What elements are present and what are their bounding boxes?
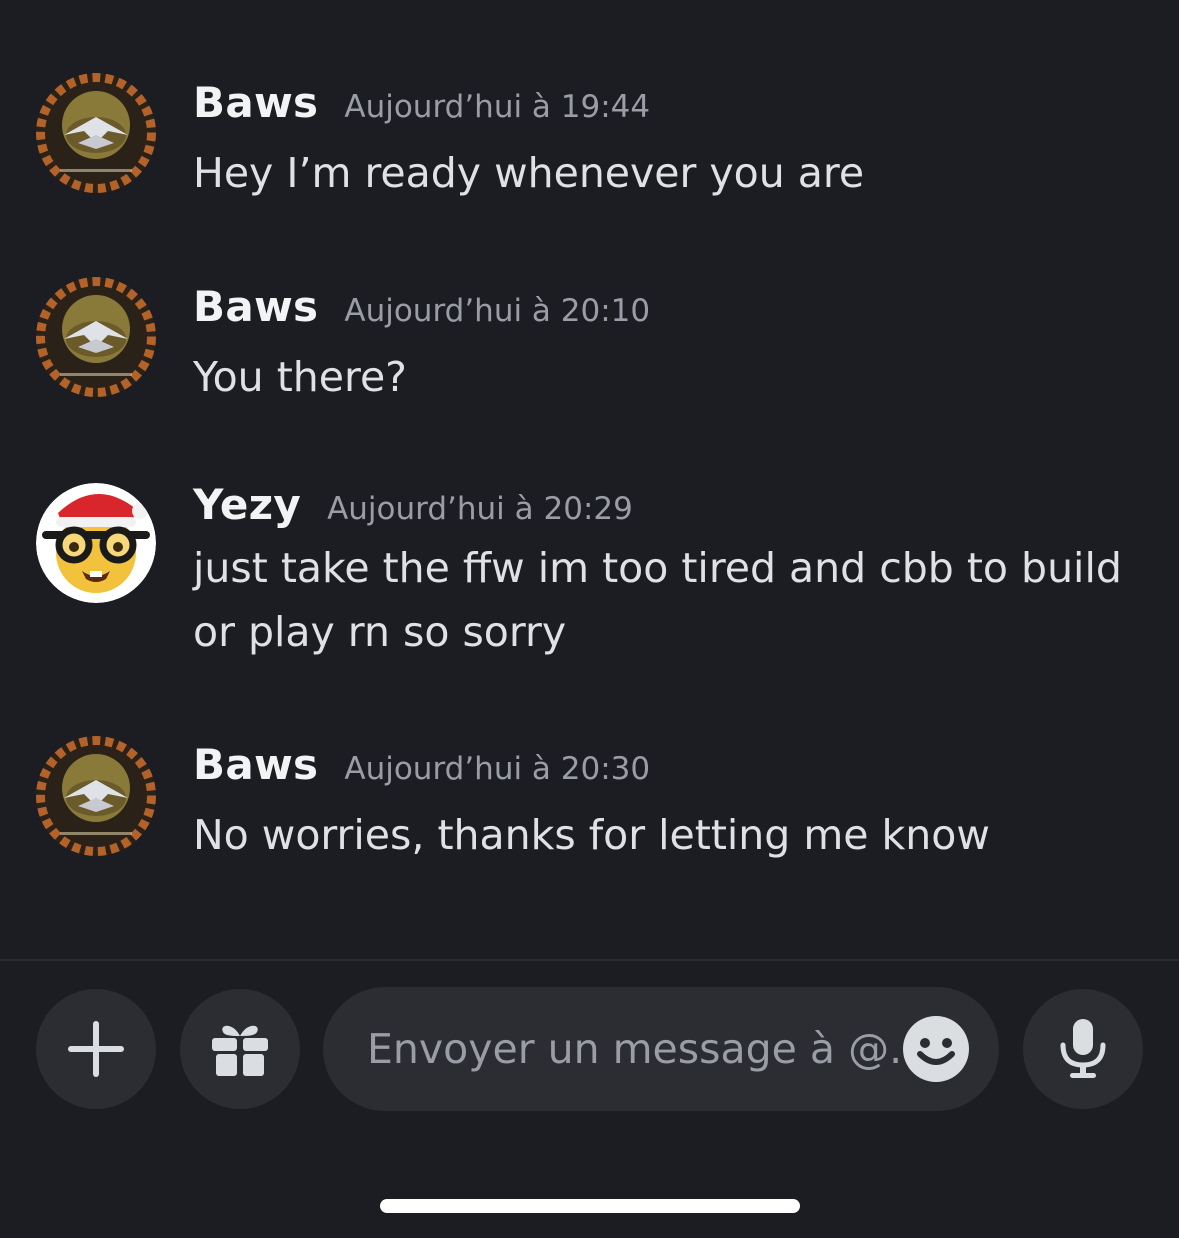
message-input[interactable]: Envoyer un message à @.. xyxy=(323,987,999,1111)
message-timestamp: Aujourd’hui à 20:30 xyxy=(344,751,651,787)
plus-icon xyxy=(68,1021,124,1077)
message-author[interactable]: Baws xyxy=(193,282,318,331)
chat-screen: Baws Aujourd’hui à 19:44 Hey I’m ready w… xyxy=(0,0,1179,1238)
home-indicator[interactable] xyxy=(380,1199,800,1213)
message-author[interactable]: Yezy xyxy=(193,480,301,529)
avatar[interactable] xyxy=(36,277,156,397)
avatar[interactable] xyxy=(36,483,156,603)
gift-button[interactable] xyxy=(180,989,300,1109)
message-input-placeholder: Envoyer un message à @.. xyxy=(367,1025,916,1073)
avatar[interactable] xyxy=(36,73,156,193)
message-text: You there? xyxy=(193,353,407,401)
avatar[interactable] xyxy=(36,736,156,856)
message-timestamp: Aujourd’hui à 20:10 xyxy=(344,293,651,329)
emoji-icon[interactable] xyxy=(903,1016,969,1082)
baws-avatar-image xyxy=(36,73,156,193)
message-author[interactable]: Baws xyxy=(193,78,318,127)
message-text: just take the ffw im too tired and cbb t… xyxy=(193,544,1122,656)
baws-avatar-image xyxy=(36,736,156,856)
composer-divider xyxy=(0,959,1179,961)
voice-message-button[interactable] xyxy=(1023,989,1143,1109)
message-timestamp: Aujourd’hui à 19:44 xyxy=(344,89,651,125)
microphone-icon xyxy=(1060,1019,1106,1078)
baws-avatar-image xyxy=(36,277,156,397)
message-text: Hey I’m ready whenever you are xyxy=(193,149,865,197)
add-attachment-button[interactable] xyxy=(36,989,156,1109)
nerd-santa-avatar-image xyxy=(36,483,156,603)
gift-icon xyxy=(212,1025,268,1076)
message-text: No worries, thanks for letting me know xyxy=(193,811,990,859)
message-author[interactable]: Baws xyxy=(193,740,318,789)
message-timestamp: Aujourd’hui à 20:29 xyxy=(327,491,633,527)
